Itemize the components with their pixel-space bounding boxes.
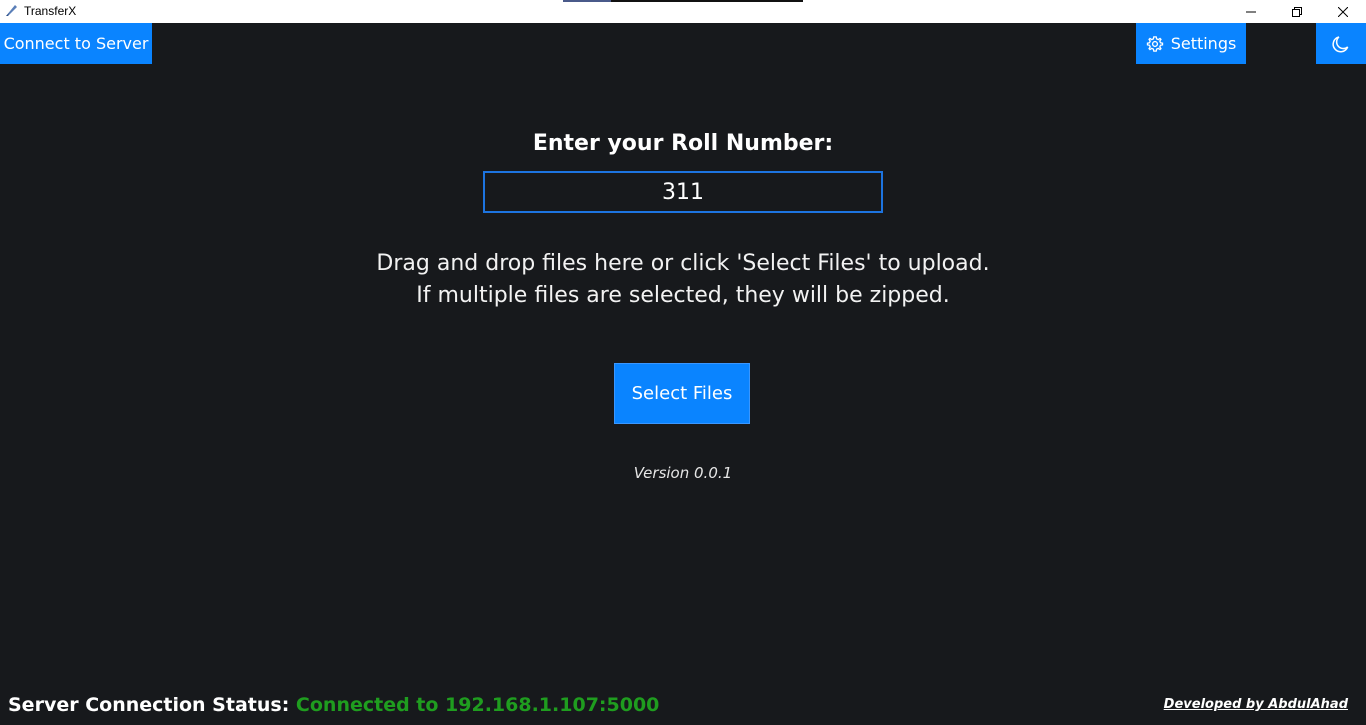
title-bar[interactable]: TransferX	[0, 0, 1366, 23]
developed-by-link[interactable]: Developed by AbdulAhad	[1164, 697, 1348, 712]
drop-instructions-line-2: If multiple files are selected, they wil…	[416, 283, 950, 308]
connect-to-server-label: Connect to Server	[3, 34, 149, 53]
server-connection-status: Server Connection Status: Connected to 1…	[8, 694, 659, 716]
roll-number-input[interactable]	[483, 171, 883, 213]
moon-icon	[1332, 35, 1349, 52]
minimize-icon	[1246, 11, 1256, 12]
drop-instructions-line-1: Drag and drop files here or click 'Selec…	[376, 251, 990, 276]
minimize-button[interactable]	[1228, 0, 1274, 23]
select-files-label: Select Files	[631, 383, 733, 404]
restore-icon	[1292, 6, 1302, 17]
settings-label: Settings	[1170, 34, 1237, 53]
connect-to-server-button[interactable]: Connect to Server	[0, 23, 152, 64]
close-button[interactable]	[1320, 0, 1366, 23]
close-icon	[1338, 6, 1348, 17]
title-drag-strip	[563, 0, 803, 2]
window-title: TransferX	[24, 4, 77, 18]
transferx-app-icon	[6, 5, 17, 16]
settings-button[interactable]: Settings	[1136, 23, 1246, 64]
gear-icon	[1146, 35, 1163, 52]
status-label: Server Connection Status:	[8, 694, 290, 716]
restore-button[interactable]	[1274, 0, 1320, 23]
select-files-button[interactable]: Select Files	[614, 363, 750, 424]
status-value: Connected to 192.168.1.107:5000	[295, 694, 660, 716]
theme-toggle-button[interactable]	[1316, 23, 1366, 64]
version-text: Version 0.0.1	[633, 464, 733, 482]
roll-number-label: Enter your Roll Number:	[532, 131, 834, 156]
